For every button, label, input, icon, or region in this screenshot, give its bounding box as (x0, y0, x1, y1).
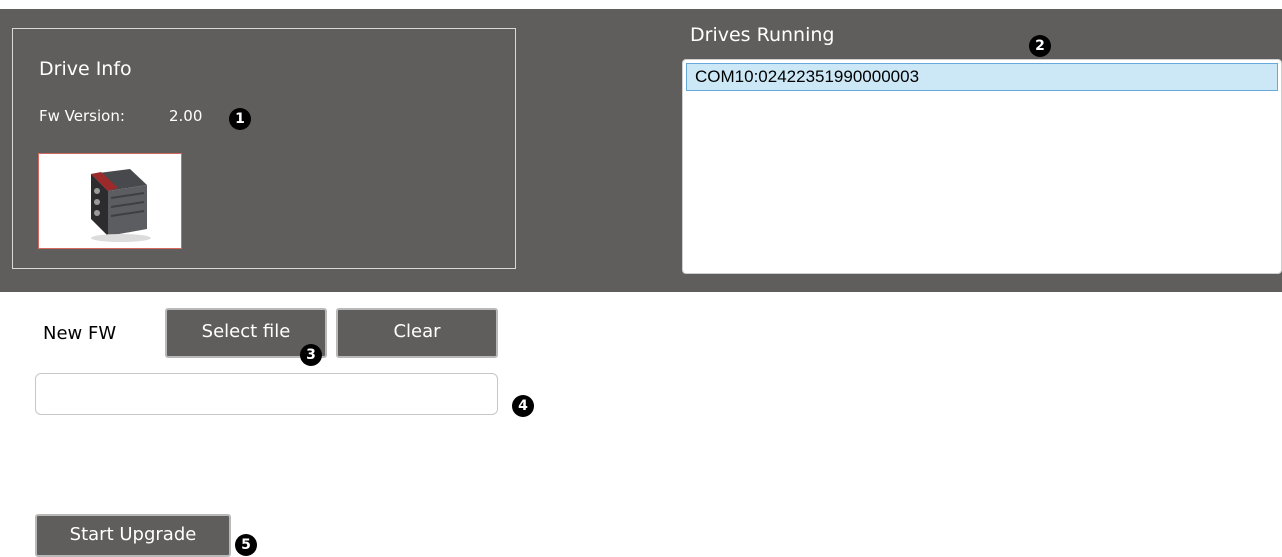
callout-marker-4: 4 (512, 395, 534, 417)
firmware-file-path-input[interactable] (35, 373, 498, 415)
drive-info-title: Drive Info (39, 58, 132, 80)
fw-version-label: Fw Version: (39, 107, 125, 125)
start-upgrade-button[interactable]: Start Upgrade (35, 514, 231, 557)
callout-marker-5: 5 (235, 534, 257, 556)
clear-button[interactable]: Clear (336, 308, 498, 358)
drive-product-image (38, 153, 182, 249)
callout-marker-3: 3 (300, 344, 322, 366)
callout-marker-2: 2 (1029, 35, 1051, 57)
servo-drive-icon (91, 169, 151, 242)
firmware-upgrade-page: Drive Info Fw Version: 2.00 1 Drives Run… (0, 0, 1282, 557)
new-fw-label: New FW (43, 323, 117, 344)
callout-marker-1: 1 (229, 108, 251, 130)
drive-list-item[interactable]: COM10:02422351990000003 (686, 63, 1278, 91)
drives-running-list[interactable]: COM10:02422351990000003 (682, 59, 1282, 274)
drives-running-title: Drives Running (690, 24, 835, 46)
fw-version-value: 2.00 (169, 107, 203, 125)
